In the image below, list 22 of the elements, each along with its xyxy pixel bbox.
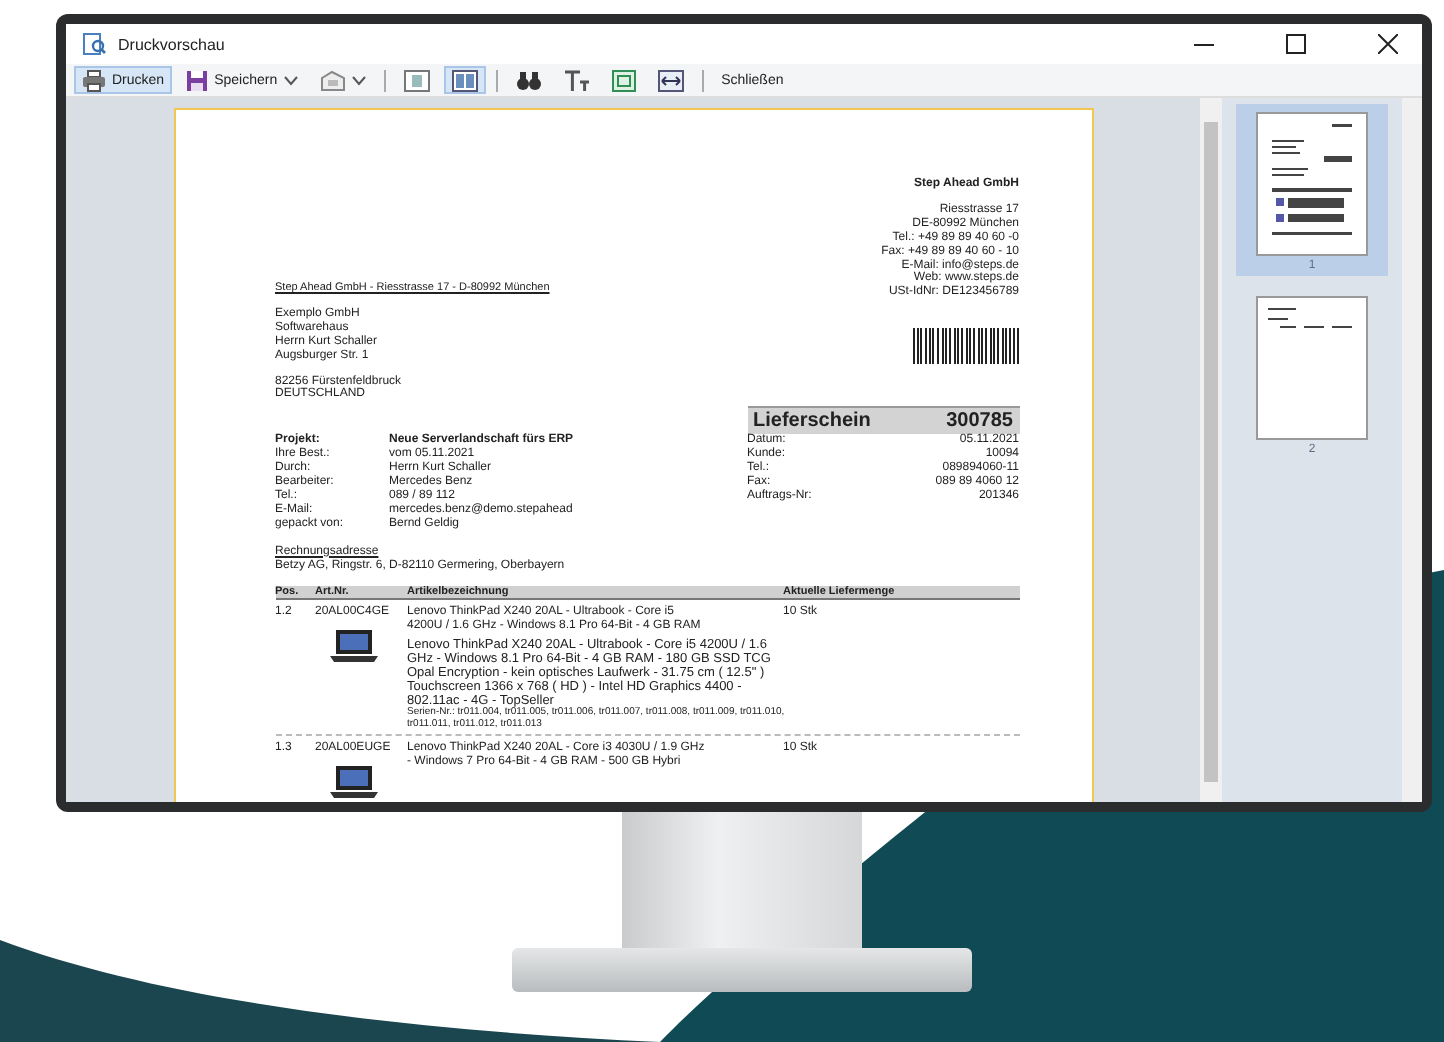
page-frame-icon (611, 69, 636, 91)
window-title: Druckvorschau (118, 35, 225, 53)
two-pages-button[interactable] (443, 66, 486, 94)
fit-width-icon (657, 69, 684, 91)
text-size-icon (563, 69, 590, 91)
laptop-icon (327, 628, 379, 665)
print-preview-icon (82, 32, 106, 56)
barcode-icon (911, 328, 1019, 365)
document-title: Lieferschein (753, 408, 871, 433)
scrollbar[interactable] (1200, 98, 1222, 802)
page-preview-drawing (1256, 296, 1368, 440)
maximize-icon[interactable] (1286, 34, 1306, 54)
single-page-icon (403, 69, 430, 91)
binoculars-icon (515, 69, 542, 91)
close-icon[interactable] (1378, 34, 1398, 54)
scrollbar[interactable] (1402, 98, 1422, 802)
page-preview-drawing (1256, 112, 1368, 256)
printer-icon (82, 69, 106, 91)
laptop-icon (327, 764, 379, 801)
two-pages-icon (451, 69, 478, 91)
box-icon (319, 69, 346, 91)
document-number: 300785 (946, 408, 1013, 433)
